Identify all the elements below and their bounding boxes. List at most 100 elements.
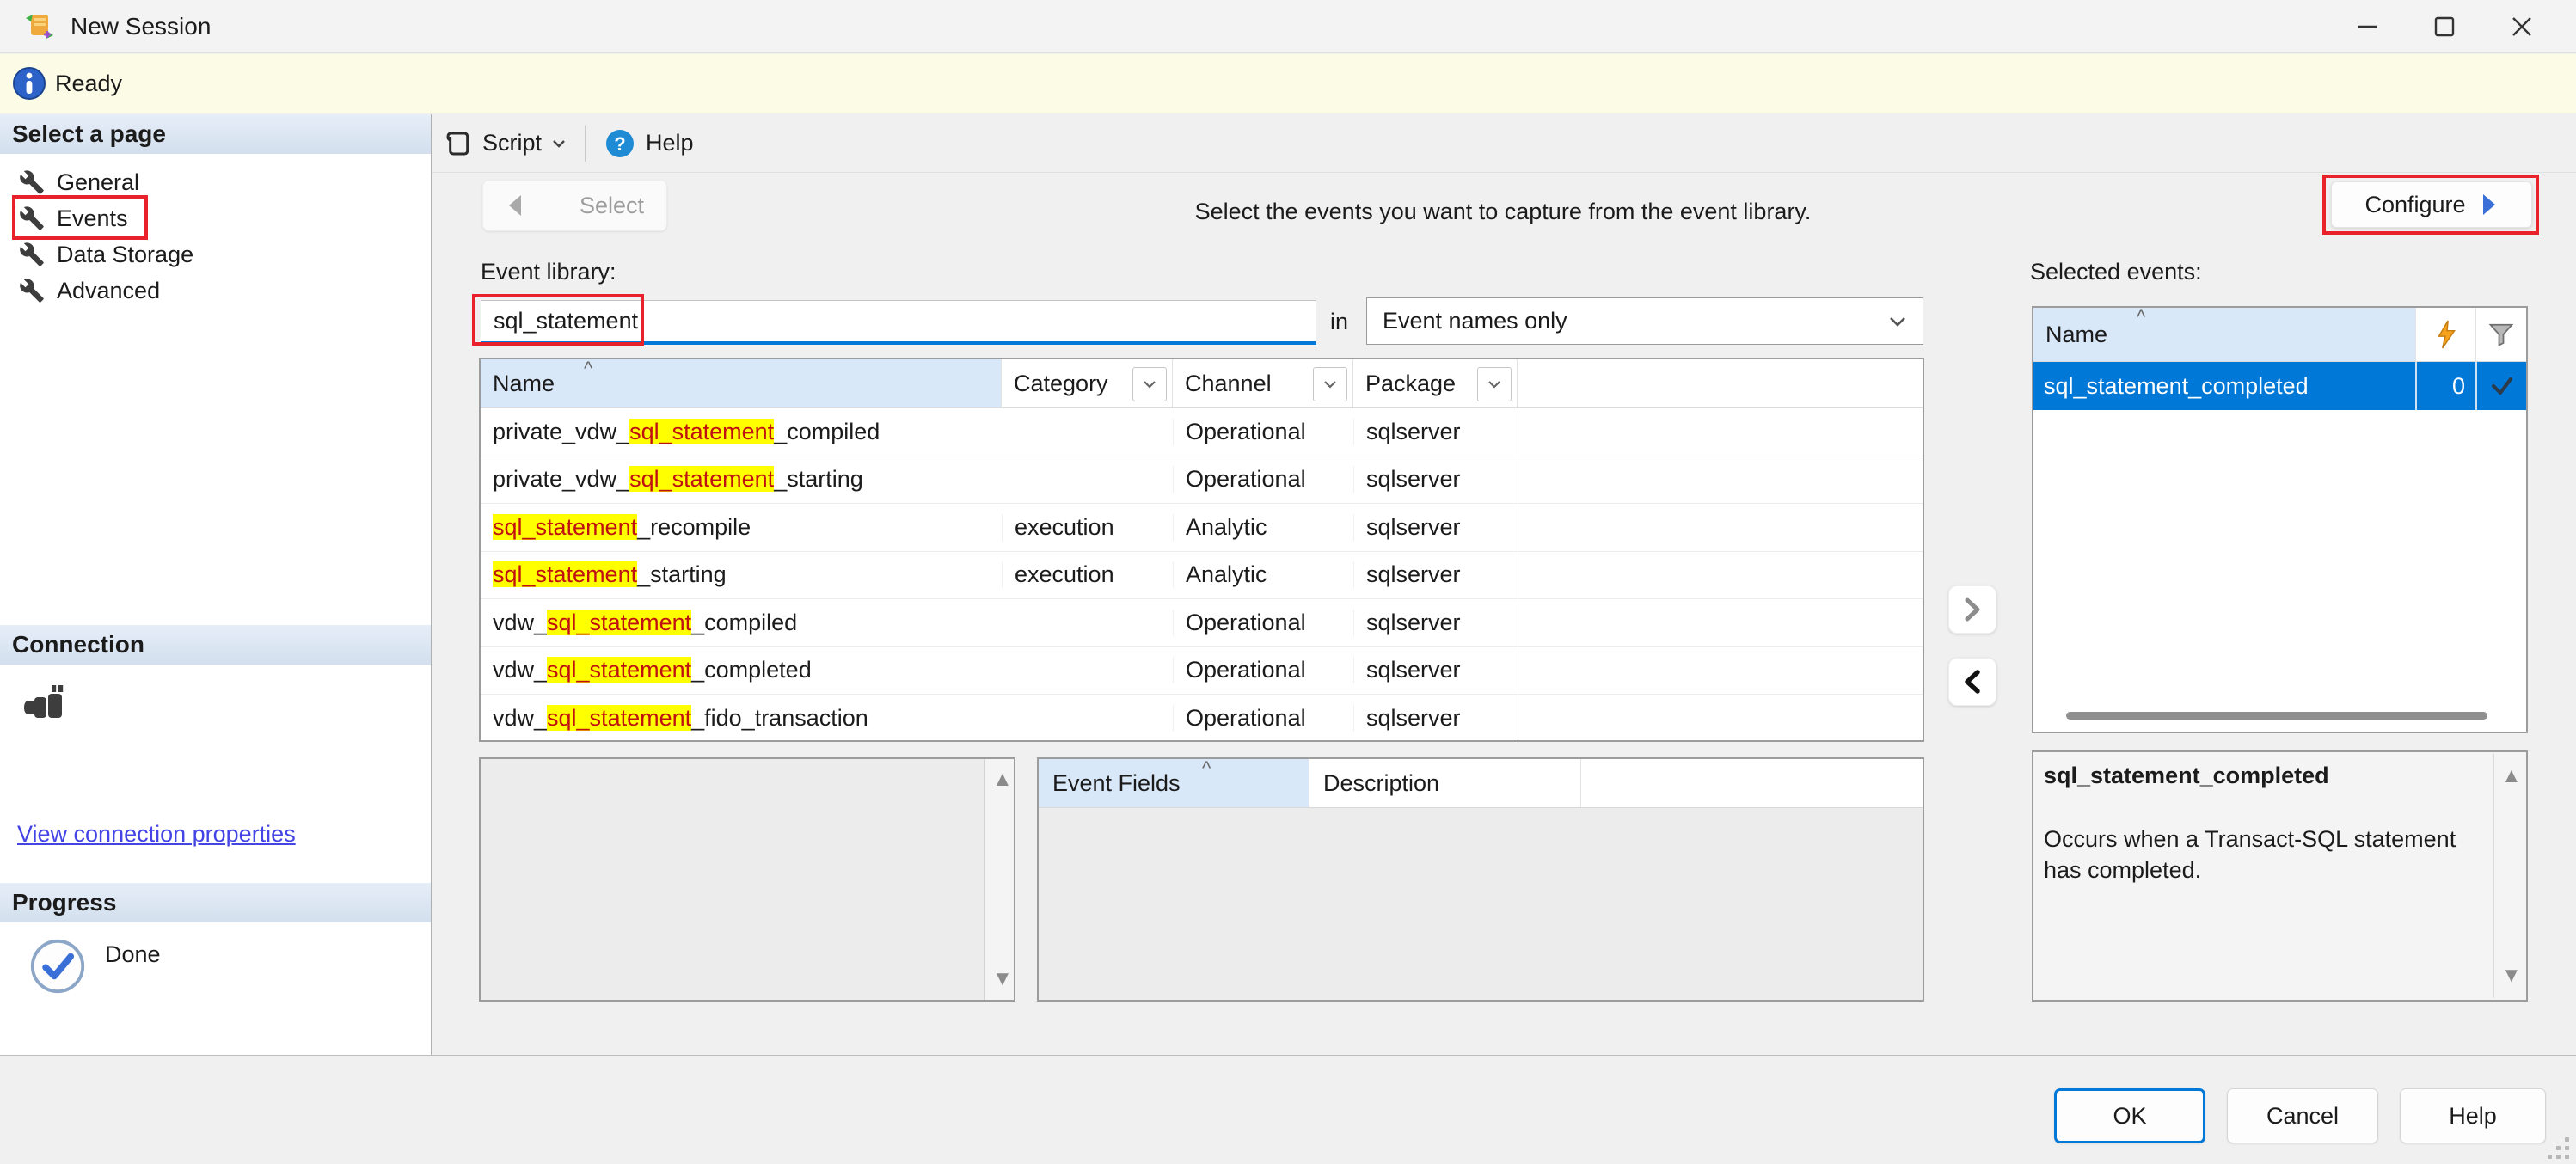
sidebar-item-events[interactable]: Events <box>19 200 128 236</box>
column-header-filter[interactable] <box>2475 308 2526 361</box>
progress-status: Done <box>105 941 161 968</box>
sidebar: Select a page General Events Data Storag… <box>0 114 432 1055</box>
event-row[interactable]: private_vdw_sql_statement_compiled Opera… <box>481 408 1923 456</box>
wrench-icon <box>19 169 45 195</box>
chevron-down-icon <box>1888 316 1907 328</box>
sort-ascending-icon: ^ <box>2137 306 2145 328</box>
script-icon <box>445 130 472 157</box>
scroll-down-icon[interactable]: ▼ <box>2501 965 2522 986</box>
sort-ascending-icon: ^ <box>584 358 592 380</box>
maximize-button[interactable] <box>2425 7 2464 46</box>
selected-events-label: Selected events: <box>2030 259 2202 285</box>
event-row[interactable]: vdw_sql_statement_compiled Operational s… <box>481 599 1923 647</box>
status-strip: Ready <box>0 54 2576 113</box>
column-header-description[interactable]: Description <box>1309 759 1581 807</box>
event-row[interactable]: sql_statement_recompile execution Analyt… <box>481 504 1923 552</box>
ok-label: OK <box>2113 1103 2146 1130</box>
event-fields-table: ^ Event Fields Description <box>1037 757 1924 1002</box>
chevron-down-icon <box>1487 380 1501 389</box>
info-icon <box>12 66 46 101</box>
sidebar-item-advanced[interactable]: Advanced <box>19 273 160 309</box>
event-library-label: Event library: <box>481 259 616 285</box>
help-button[interactable]: Help <box>2400 1088 2546 1143</box>
selected-event-row[interactable]: sql_statement_completed 0 <box>2033 362 2526 410</box>
vertical-scrollbar[interactable]: ▲ ▼ <box>2493 754 2524 998</box>
connection-plug-icon <box>22 680 71 725</box>
event-detail-placeholder-panel: ▲ ▼ <box>479 757 1015 1002</box>
maximize-icon <box>2432 14 2457 40</box>
column-header-category[interactable]: Category <box>1002 359 1173 407</box>
search-scope-dropdown[interactable]: Event names only <box>1366 297 1923 345</box>
cancel-label: Cancel <box>2266 1103 2339 1130</box>
wrench-icon <box>19 242 45 267</box>
selected-events-header: ^ Name <box>2033 308 2526 362</box>
sidebar-item-label: Advanced <box>57 278 160 304</box>
sidebar-item-data-storage[interactable]: Data Storage <box>19 236 193 273</box>
column-header-filler <box>1581 759 1923 807</box>
minimize-icon <box>2354 14 2380 40</box>
scroll-up-icon[interactable]: ▲ <box>2501 766 2522 787</box>
scroll-down-icon[interactable]: ▼ <box>992 969 1013 989</box>
chevron-left-icon <box>1963 670 1982 694</box>
selected-events-table: ^ Name sql_statement_completed 0 <box>2032 306 2528 733</box>
view-connection-properties-link[interactable]: View connection properties <box>17 821 296 848</box>
help-toolbar-label: Help <box>646 130 694 156</box>
remove-event-button[interactable] <box>1948 658 1996 706</box>
in-label: in <box>1330 309 1348 335</box>
script-button[interactable]: Script <box>432 119 578 168</box>
event-description-title: sql_statement_completed <box>2044 763 2487 789</box>
column-header-name[interactable]: ^ Name <box>481 359 1002 407</box>
add-event-button[interactable] <box>1948 585 1996 634</box>
event-description-panel: sql_statement_completed Occurs when a Tr… <box>2032 750 2528 1002</box>
status-text: Ready <box>55 70 122 97</box>
help-toolbar-button[interactable]: ? Help <box>592 119 706 168</box>
close-button[interactable] <box>2502 7 2542 46</box>
filter-funnel-icon <box>2488 322 2514 346</box>
select-back-label: Select <box>580 193 644 219</box>
selected-event-filter-check <box>2475 362 2526 410</box>
new-session-app-icon <box>22 9 57 44</box>
column-header-event-fields[interactable]: ^ Event Fields <box>1039 759 1309 807</box>
column-header-name[interactable]: ^ Name <box>2033 308 2415 361</box>
lightning-icon <box>2435 320 2457 349</box>
help-label: Help <box>2449 1103 2497 1130</box>
column-header-package[interactable]: Package <box>1353 359 1518 407</box>
close-icon <box>2509 14 2535 40</box>
event-row[interactable]: private_vdw_sql_statement_starting Opera… <box>481 456 1923 505</box>
event-row[interactable]: vdw_sql_statement_fido_transaction Opera… <box>481 695 1923 743</box>
back-arrow-icon <box>506 193 524 217</box>
event-search-value: sql_statement <box>494 308 638 334</box>
selected-event-action-count: 0 <box>2415 362 2475 410</box>
title-bar: New Session <box>0 0 2576 53</box>
channel-filter-button[interactable] <box>1313 367 1347 401</box>
event-row[interactable]: vdw_sql_statement_completed Operational … <box>481 647 1923 695</box>
forward-arrow-icon <box>2480 193 2499 217</box>
vertical-scrollbar[interactable]: ▲ ▼ <box>984 759 1014 1000</box>
select-back-button[interactable]: Select <box>482 180 667 231</box>
cancel-button[interactable]: Cancel <box>2227 1088 2378 1143</box>
minimize-button[interactable] <box>2347 7 2387 46</box>
svg-text:?: ? <box>614 133 625 155</box>
event-search-input[interactable]: sql_statement <box>481 300 1316 345</box>
ok-button[interactable]: OK <box>2054 1088 2205 1143</box>
event-table-header: ^ Name Category Channel Package <box>481 359 1923 408</box>
horizontal-scrollbar[interactable] <box>2066 712 2487 720</box>
scroll-up-icon[interactable]: ▲ <box>992 769 1013 790</box>
footer-bar: OK Cancel Help <box>0 1055 2576 1164</box>
chevron-right-icon <box>1963 597 1982 622</box>
category-filter-button[interactable] <box>1132 367 1167 401</box>
resize-grip[interactable] <box>2543 1133 2569 1159</box>
package-filter-button[interactable] <box>1477 367 1512 401</box>
chevron-down-icon <box>1143 380 1156 389</box>
event-row[interactable]: sql_statement_starting execution Analyti… <box>481 552 1923 600</box>
configure-button[interactable]: Configure <box>2331 181 2532 228</box>
script-label: Script <box>482 130 542 156</box>
done-check-icon <box>29 938 86 995</box>
window-title: New Session <box>71 13 211 40</box>
sidebar-item-label: General <box>57 169 139 196</box>
column-header-actions[interactable] <box>2415 308 2475 361</box>
sidebar-item-general[interactable]: General <box>19 164 139 200</box>
column-header-channel[interactable]: Channel <box>1173 359 1353 407</box>
search-scope-value: Event names only <box>1383 308 1567 334</box>
instruction-text: Select the events you want to capture fr… <box>1189 199 1817 225</box>
